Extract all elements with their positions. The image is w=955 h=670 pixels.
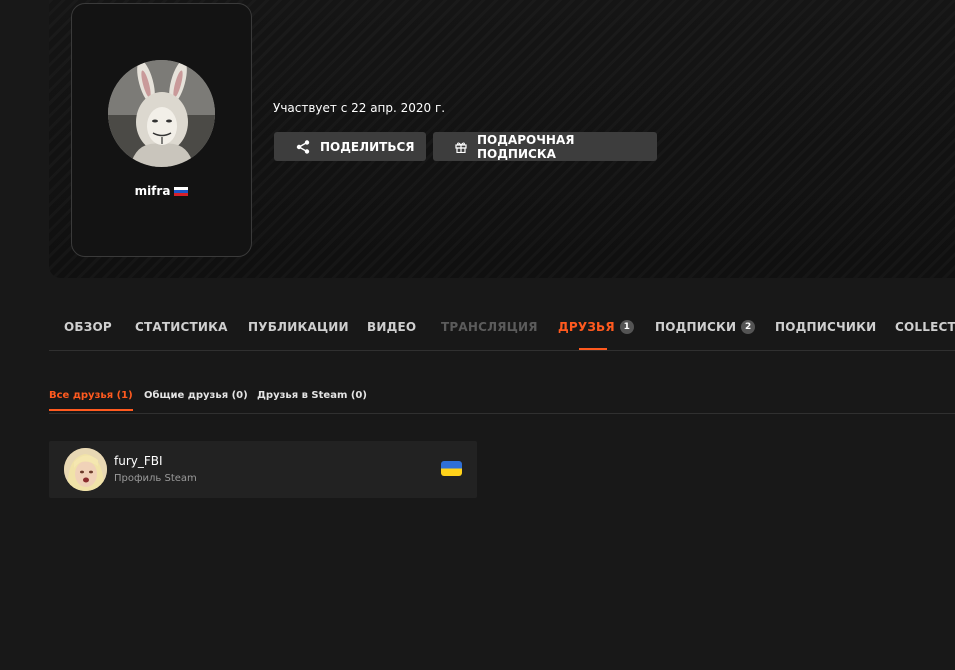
tab-label: СТАТИСТИКА xyxy=(135,320,228,334)
tab-video[interactable]: ВИДЕО xyxy=(367,320,416,334)
username-row: mifra xyxy=(72,184,251,198)
member-since-text: Участвует с 22 апр. 2020 г. xyxy=(273,101,446,115)
friend-subtitle: Профиль Steam xyxy=(114,473,197,484)
subtab-steam-friends[interactable]: Друзья в Steam (0) xyxy=(257,390,367,409)
tab-label: ВИДЕО xyxy=(367,320,417,334)
friends-subtabs: Все друзья (1) Общие друзья (0) Друзья в… xyxy=(49,382,955,414)
tab-subscribers[interactable]: ПОДПИСЧИКИ xyxy=(775,320,876,334)
ukraine-flag-icon xyxy=(441,461,462,476)
tab-stream: ТРАНСЛЯЦИЯ xyxy=(441,320,538,334)
share-button[interactable]: ПОДЕЛИТЬСЯ xyxy=(274,132,426,161)
tab-friends[interactable]: ДРУЗЬЯ 1 xyxy=(558,320,634,334)
subtab-all-friends[interactable]: Все друзья (1) xyxy=(49,390,133,411)
avatar-image xyxy=(108,60,215,167)
share-icon xyxy=(296,139,310,154)
friend-avatar-image xyxy=(64,448,107,491)
profile-card: mifra xyxy=(71,3,252,257)
tab-subscriptions[interactable]: ПОДПИСКИ 2 xyxy=(655,320,756,334)
friends-count-badge: 1 xyxy=(619,320,634,334)
tab-statistics[interactable]: СТАТИСТИКА xyxy=(135,320,228,334)
profile-avatar[interactable] xyxy=(108,60,215,167)
profile-tabs: ОБЗОР СТАТИСТИКА ПУБЛИКАЦИИ ВИДЕО ТРАНСЛ… xyxy=(49,310,955,351)
username: mifra xyxy=(134,184,171,198)
tab-label: ПОДПИСКИ xyxy=(655,320,737,334)
friend-name[interactable]: fury_FBI xyxy=(114,454,163,468)
tab-collections[interactable]: COLLECTI xyxy=(895,320,955,334)
subscriptions-count-badge: 2 xyxy=(741,320,756,334)
tab-label: ПОДПИСЧИКИ xyxy=(775,320,877,334)
friend-item[interactable]: fury_FBI Профиль Steam xyxy=(49,441,477,498)
gift-subscription-button[interactable]: ПОДАРОЧНАЯ ПОДПИСКА xyxy=(433,132,657,161)
subtab-mutual-friends[interactable]: Общие друзья (0) xyxy=(144,390,248,409)
share-label: ПОДЕЛИТЬСЯ xyxy=(320,139,415,154)
friend-avatar[interactable] xyxy=(64,448,107,491)
tab-label: ПУБЛИКАЦИИ xyxy=(248,320,349,334)
tab-label: ТРАНСЛЯЦИЯ xyxy=(441,320,538,334)
gift-label: ПОДАРОЧНАЯ ПОДПИСКА xyxy=(477,132,575,161)
gift-icon xyxy=(455,141,467,153)
tab-overview[interactable]: ОБЗОР xyxy=(64,320,112,334)
tab-publications[interactable]: ПУБЛИКАЦИИ xyxy=(248,320,349,334)
tab-label: ОБЗОР xyxy=(64,320,112,334)
active-tab-indicator xyxy=(579,348,607,350)
tab-label: COLLECTI xyxy=(895,320,955,334)
tab-label: ДРУЗЬЯ xyxy=(558,320,615,334)
russia-flag-icon xyxy=(174,186,189,196)
